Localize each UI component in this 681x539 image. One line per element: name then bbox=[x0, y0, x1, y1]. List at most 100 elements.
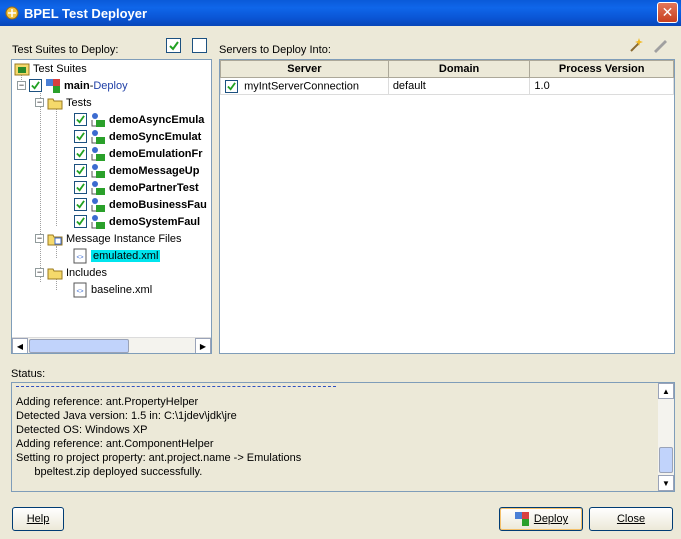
scroll-right-icon[interactable]: ▶ bbox=[195, 338, 211, 353]
test-process-icon bbox=[91, 214, 105, 229]
deploy-link[interactable]: Deploy bbox=[93, 80, 127, 92]
test-process-icon bbox=[91, 146, 105, 161]
scroll-left-icon[interactable]: ◀ bbox=[12, 338, 28, 353]
servers-label: Servers to Deploy Into: bbox=[219, 44, 331, 56]
column-process-version[interactable]: Process Version bbox=[529, 60, 674, 78]
svg-text:<>: <> bbox=[76, 255, 84, 261]
collapse-icon[interactable]: − bbox=[35, 268, 44, 277]
include-file-name: baseline.xml bbox=[91, 283, 153, 296]
test-item[interactable]: demoPartnerTest bbox=[74, 179, 199, 196]
scroll-up-icon[interactable]: ▲ bbox=[658, 383, 674, 399]
test-name: demoPartnerTest bbox=[109, 181, 199, 194]
tests-folder-label: Tests bbox=[66, 96, 92, 109]
tree-includes-folder[interactable]: − Includes bbox=[35, 264, 107, 281]
collapse-icon[interactable]: − bbox=[35, 98, 44, 107]
status-line: Detected OS: Windows XP bbox=[16, 424, 148, 436]
status-label: Status: bbox=[11, 368, 46, 380]
status-vertical-scrollbar[interactable]: ▲ ▼ bbox=[658, 383, 674, 491]
status-line: bpeltest.zip deployed successfully. bbox=[16, 466, 203, 478]
column-server[interactable]: Server bbox=[220, 60, 389, 78]
test-suites-tree[interactable]: Test Suites − main - Deploy − Tests demo… bbox=[11, 59, 212, 354]
status-line: Setting ro project property: ant.project… bbox=[16, 452, 302, 464]
test-name: demoSyncEmulat bbox=[109, 130, 202, 143]
collapse-icon[interactable]: − bbox=[35, 234, 44, 243]
test-checkbox[interactable] bbox=[74, 113, 87, 126]
test-checkbox[interactable] bbox=[74, 164, 87, 177]
select-all-checkbox[interactable] bbox=[166, 38, 181, 53]
main-checkbox[interactable] bbox=[29, 79, 42, 92]
servers-table: Server Domain Process Version myIntServe… bbox=[220, 60, 674, 95]
status-divider bbox=[16, 386, 336, 387]
message-folder-label: Message Instance Files bbox=[66, 232, 182, 245]
status-line: Adding reference: ant.PropertyHelper bbox=[16, 396, 199, 408]
test-name: demoSystemFaul bbox=[109, 215, 201, 228]
tree-message-folder[interactable]: − Message Instance Files bbox=[35, 230, 182, 247]
tree-main-suite[interactable]: − main - Deploy bbox=[17, 77, 128, 94]
scroll-down-icon[interactable]: ▼ bbox=[658, 475, 674, 491]
close-button-label: Close bbox=[616, 513, 646, 525]
message-folder-icon bbox=[47, 234, 63, 245]
server-cell[interactable]: myIntServerConnection bbox=[220, 77, 389, 95]
test-suites-label: Test Suites to Deploy: bbox=[12, 44, 119, 56]
test-name: demoAsyncEmula bbox=[109, 113, 205, 126]
status-output: Adding reference: ant.PropertyHelper Det… bbox=[11, 382, 675, 492]
server-checkbox[interactable] bbox=[225, 79, 238, 93]
test-item[interactable]: demoAsyncEmula bbox=[74, 111, 204, 128]
table-row[interactable]: myIntServerConnection default 1.0 bbox=[220, 77, 674, 95]
deploy-button[interactable]: Deploy bbox=[499, 507, 583, 531]
test-name: demoMessageUp bbox=[109, 164, 200, 177]
help-button-label: Help bbox=[26, 513, 50, 525]
bpel-app-icon bbox=[5, 6, 19, 20]
test-item[interactable]: demoMessageUp bbox=[74, 162, 199, 179]
message-file-name: emulated.xml bbox=[91, 249, 161, 262]
server-name: myIntServerConnection bbox=[244, 79, 360, 92]
new-server-icon[interactable] bbox=[627, 36, 645, 54]
test-item[interactable]: demoSystemFaul bbox=[74, 213, 200, 230]
tree-root-label: Test Suites bbox=[33, 62, 87, 75]
edit-pencil-icon[interactable] bbox=[651, 36, 669, 54]
test-checkbox[interactable] bbox=[74, 181, 87, 194]
window-title: BPEL Test Deployer bbox=[24, 5, 148, 21]
folder-icon bbox=[47, 98, 63, 109]
test-checkbox[interactable] bbox=[74, 147, 87, 160]
deselect-all-checkbox[interactable] bbox=[192, 38, 207, 53]
version-cell[interactable]: 1.0 bbox=[529, 77, 674, 95]
test-checkbox[interactable] bbox=[74, 198, 87, 211]
scroll-thumb[interactable] bbox=[659, 447, 673, 473]
close-window-button[interactable]: ✕ bbox=[657, 2, 678, 23]
tree-tests-folder[interactable]: − Tests bbox=[35, 94, 92, 111]
tree-root[interactable]: Test Suites bbox=[14, 60, 87, 77]
main-suite-name: main bbox=[64, 79, 90, 92]
test-process-icon bbox=[91, 129, 105, 144]
domain-cell[interactable]: default bbox=[387, 77, 531, 95]
test-name: demoBusinessFau bbox=[109, 198, 207, 211]
test-checkbox[interactable] bbox=[74, 130, 87, 143]
status-line: Adding reference: ant.ComponentHelper bbox=[16, 438, 214, 450]
test-process-icon bbox=[91, 112, 105, 127]
deploy-button-label: Deploy bbox=[533, 513, 569, 525]
test-item[interactable]: demoSyncEmulat bbox=[74, 128, 201, 145]
column-domain[interactable]: Domain bbox=[387, 60, 531, 78]
title-bar: BPEL Test Deployer ✕ bbox=[0, 0, 681, 26]
servers-table-panel: Server Domain Process Version myIntServe… bbox=[219, 59, 675, 354]
test-process-icon bbox=[91, 197, 105, 212]
svg-text:<>: <> bbox=[76, 289, 84, 295]
help-button[interactable]: Help bbox=[12, 507, 64, 531]
scroll-thumb[interactable] bbox=[29, 339, 129, 353]
test-checkbox[interactable] bbox=[74, 215, 87, 228]
suite-icon bbox=[46, 78, 60, 93]
test-process-icon bbox=[91, 163, 105, 178]
includes-folder-icon bbox=[47, 268, 63, 279]
tree-message-file[interactable]: <> emulated.xml bbox=[72, 247, 161, 264]
close-button[interactable]: Close bbox=[589, 507, 673, 531]
tree-horizontal-scrollbar[interactable]: ◀ ▶ bbox=[12, 337, 211, 353]
tree-include-file[interactable]: <> baseline.xml bbox=[72, 281, 152, 298]
xml-file-icon: <> bbox=[73, 248, 87, 263]
test-process-icon bbox=[91, 180, 105, 195]
collapse-icon[interactable]: − bbox=[17, 81, 26, 90]
test-item[interactable]: demoEmulationFr bbox=[74, 145, 203, 162]
test-name: demoEmulationFr bbox=[109, 147, 203, 160]
xml-file-icon: <> bbox=[73, 282, 87, 297]
test-item[interactable]: demoBusinessFau bbox=[74, 196, 207, 213]
test-suites-folder-icon bbox=[14, 63, 30, 75]
